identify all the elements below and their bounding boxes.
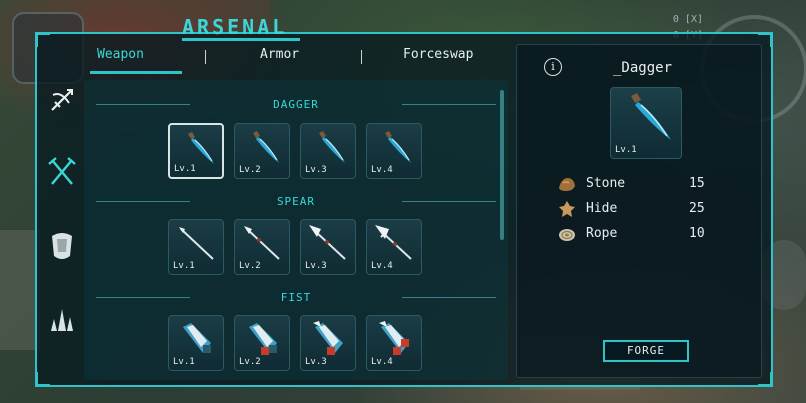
material-quantity: 10 <box>689 226 705 241</box>
grid-scrollbar[interactable] <box>500 90 504 240</box>
spear-icon <box>309 225 346 260</box>
tab-divider <box>361 50 362 64</box>
item-level: Lv.2 <box>239 261 261 271</box>
material-quantity: 25 <box>689 201 705 216</box>
item-grid[interactable] <box>84 80 508 380</box>
section-title-fist: FIST <box>280 291 312 304</box>
hud-counter-top: 0 [X] <box>672 14 703 25</box>
item-slot-fist-lv4[interactable]: Lv.4 <box>366 315 422 371</box>
item-level: Lv.2 <box>239 165 261 175</box>
spear-icon <box>244 226 280 260</box>
tab-divider <box>205 50 206 64</box>
fist-gauntlet-icon <box>313 321 343 355</box>
section-title-dagger: DAGGER <box>273 98 319 111</box>
selected-item-preview: Lv.1 <box>610 87 682 159</box>
item-level: Lv.3 <box>305 357 327 367</box>
stone-icon <box>559 178 575 191</box>
fist-gauntlet-icon <box>249 323 277 355</box>
dagger-icon <box>319 131 345 163</box>
title-underline <box>182 38 300 41</box>
material-name: Hide <box>586 201 618 216</box>
fist-gauntlet-icon <box>183 323 211 353</box>
crossed-weapons-icon <box>48 157 76 185</box>
item-slot-dagger-lv2[interactable]: Lv.2 <box>234 123 290 179</box>
material-quantity: 15 <box>689 176 705 191</box>
item-level: Lv.2 <box>239 357 261 367</box>
side-nav-forceswap[interactable] <box>40 298 84 342</box>
item-slot-spear-lv2[interactable]: Lv.2 <box>234 219 290 275</box>
spear-icon <box>179 227 214 260</box>
item-slot-spear-lv1[interactable]: Lv.1 <box>168 219 224 275</box>
info-icon[interactable]: i <box>544 58 562 76</box>
dagger-icon <box>188 132 214 164</box>
crossbow-icon <box>51 89 73 111</box>
material-row-rope: Rope 10 <box>557 224 717 244</box>
active-tab-indicator <box>90 71 182 74</box>
category-tabs: Weapon Armor Forceswap <box>90 47 510 69</box>
item-slot-spear-lv3[interactable]: Lv.3 <box>300 219 356 275</box>
item-level: Lv.3 <box>305 261 327 271</box>
item-slot-fist-lv1[interactable]: Lv.1 <box>168 315 224 371</box>
fist-gauntlet-icon <box>379 321 409 355</box>
selected-item-name: _Dagger <box>613 60 673 76</box>
item-slot-spear-lv4[interactable]: Lv.4 <box>366 219 422 275</box>
rope-icon <box>559 229 575 241</box>
section-title-spear: SPEAR <box>276 195 316 208</box>
side-nav-weapons[interactable] <box>40 150 84 194</box>
item-level: Lv.3 <box>305 165 327 175</box>
hide-icon <box>559 201 575 217</box>
dagger-icon <box>385 131 411 163</box>
item-slot-fist-lv3[interactable]: Lv.3 <box>300 315 356 371</box>
item-slot-dagger-lv4[interactable]: Lv.4 <box>366 123 422 179</box>
armor-icon <box>52 233 72 259</box>
item-level: Lv.1 <box>173 261 195 271</box>
forge-button[interactable]: FORGE <box>603 340 689 362</box>
side-nav-crossbow[interactable] <box>40 78 84 122</box>
material-name: Rope <box>586 226 618 241</box>
item-level: Lv.1 <box>173 357 195 367</box>
material-row-hide: Hide 25 <box>557 199 717 219</box>
item-level: Lv.1 <box>174 164 196 174</box>
material-row-stone: Stone 15 <box>557 174 717 194</box>
item-slot-dagger-lv1[interactable]: Lv.1 <box>168 123 224 179</box>
tab-armor[interactable]: Armor <box>260 47 299 62</box>
force-shards-icon <box>51 309 73 331</box>
item-level: Lv.4 <box>371 165 393 175</box>
item-level: Lv.4 <box>371 357 393 367</box>
item-slot-fist-lv2[interactable]: Lv.2 <box>234 315 290 371</box>
dagger-icon <box>253 131 279 163</box>
dagger-icon <box>631 93 671 140</box>
screen-title: ARSENAL <box>182 15 288 39</box>
material-name: Stone <box>586 176 626 191</box>
tab-weapon[interactable]: Weapon <box>97 47 144 62</box>
spear-icon <box>375 225 412 260</box>
tab-forceswap[interactable]: Forceswap <box>403 47 473 62</box>
preview-level: Lv.1 <box>615 145 637 155</box>
item-slot-dagger-lv3[interactable]: Lv.3 <box>300 123 356 179</box>
item-level: Lv.4 <box>371 261 393 271</box>
side-nav-armor[interactable] <box>40 224 84 268</box>
